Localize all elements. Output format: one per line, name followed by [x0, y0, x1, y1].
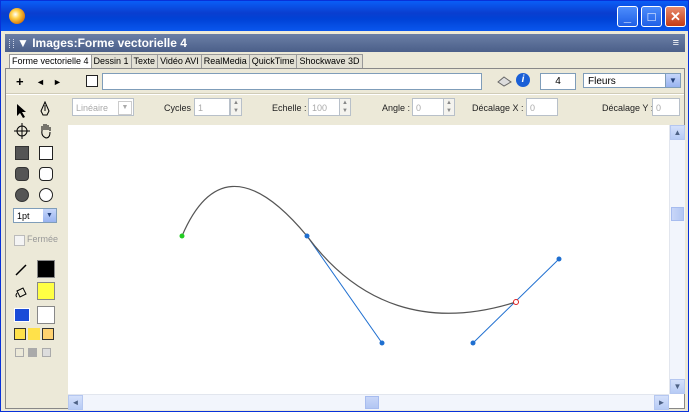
cast-name-input[interactable]: [102, 73, 482, 90]
scroll-down-button[interactable]: ▼: [670, 379, 685, 394]
stroke-none-icon[interactable]: [15, 348, 24, 357]
stroke-solid-icon[interactable]: [28, 348, 37, 357]
cycles-label: Cycles :: [164, 103, 197, 113]
ellipse-tool-icon[interactable]: [39, 188, 53, 202]
angle-label: Angle :: [382, 103, 411, 113]
scroll-right-button[interactable]: ►: [654, 395, 669, 410]
handle-point[interactable]: [379, 340, 385, 346]
vertical-scroll-thumb[interactable]: [671, 207, 684, 221]
next-cast-button[interactable]: ►: [53, 77, 62, 87]
line-width-select[interactable]: 1pt ▼: [13, 208, 57, 223]
director-app-icon[interactable]: [9, 8, 25, 24]
add-cast-button[interactable]: +: [16, 74, 24, 89]
horizontal-scroll-thumb[interactable]: [365, 396, 379, 409]
scale-field[interactable]: 100: [308, 98, 340, 116]
handle-point[interactable]: [470, 340, 476, 346]
tab-forme-vectorielle[interactable]: Forme vectorielle 4: [9, 54, 92, 68]
application-window: _ □ ✕ ▼ Images:Forme vectorielle 4 ≡ For…: [0, 0, 689, 412]
end-point[interactable]: [513, 299, 519, 305]
panel-title: ▼ Images:Forme vectorielle 4: [17, 36, 187, 50]
chevron-down-icon[interactable]: ▼: [118, 101, 132, 115]
angle-field[interactable]: 0: [412, 98, 444, 116]
vector-canvas[interactable]: [68, 125, 669, 394]
previous-cast-button[interactable]: ◄: [36, 77, 45, 87]
scale-label: Echelle :: [272, 103, 307, 113]
cast-library-value: Fleurs: [588, 76, 616, 87]
tab-texte[interactable]: Texte: [130, 54, 159, 68]
background-color-icon: [14, 308, 30, 322]
fill-bucket-icon: [15, 287, 27, 298]
chevron-down-icon[interactable]: ▼: [43, 209, 56, 222]
cast-toolbar: + ◄ ► i 4 Fleurs ▼: [6, 69, 684, 94]
angle-stepper[interactable]: ▲ ▼: [443, 98, 455, 116]
offset-y-label: Décalage Y :: [602, 103, 654, 113]
start-point[interactable]: [179, 233, 185, 239]
close-button[interactable]: ✕: [665, 6, 686, 27]
fill-color-swatch[interactable]: [37, 282, 55, 300]
scale-stepper[interactable]: ▲ ▼: [339, 98, 351, 116]
script-icon[interactable]: [496, 74, 514, 88]
tab-video-avi[interactable]: Vidéo AVI: [157, 54, 202, 68]
horizontal-scrollbar[interactable]: ◄ ►: [68, 394, 669, 410]
rectangle-tool-icon[interactable]: [39, 146, 53, 160]
registration-point-icon[interactable]: [14, 123, 30, 139]
vector-shape[interactable]: [68, 125, 669, 394]
editor-tabs: Forme vectorielle 4 Dessin 1 Texte Vidéo AV…: [9, 54, 363, 68]
tab-shockwave-3d[interactable]: Shockwave 3D: [296, 54, 363, 68]
filled-rounded-rectangle-tool-icon[interactable]: [15, 167, 29, 181]
bezier-handle-line: [306, 235, 383, 344]
offset-x-field[interactable]: 0: [526, 98, 558, 116]
pen-tool-icon[interactable]: [38, 101, 52, 119]
stroke-color-swatch[interactable]: [37, 260, 55, 278]
hand-tool-icon[interactable]: [38, 122, 54, 139]
handle-point[interactable]: [556, 256, 562, 262]
scroll-left-button[interactable]: ◄: [68, 395, 83, 410]
gradient-type-value: Linéaire: [76, 103, 109, 113]
info-icon[interactable]: i: [516, 73, 530, 87]
no-fill-tool-icon[interactable]: [14, 328, 26, 340]
closed-shape-checkbox[interactable]: [14, 235, 25, 246]
tab-realmedia[interactable]: RealMedia: [200, 54, 250, 68]
stroke-pen-icon: [15, 264, 27, 276]
panel-header[interactable]: ▼ Images:Forme vectorielle 4 ≡: [5, 34, 685, 52]
rounded-rectangle-tool-icon[interactable]: [39, 167, 53, 181]
stroke-gradient-icon[interactable]: [42, 348, 51, 357]
offset-x-label: Décalage X :: [472, 103, 524, 113]
gradient-toolbar: Linéaire ▼ Cycles : 1 ▲ ▼ Echelle : 100 ▲…: [68, 95, 684, 125]
vector-curve[interactable]: [181, 185, 517, 314]
panel-menu-icon[interactable]: ≡: [673, 34, 679, 52]
chevron-down-icon[interactable]: ▼: [665, 74, 680, 87]
cast-type-icon[interactable]: [86, 75, 98, 87]
vector-editor: + ◄ ► i 4 Fleurs ▼ Linéaire ▼ Cycles : 1…: [5, 68, 685, 410]
filled-rectangle-tool-icon[interactable]: [15, 146, 29, 160]
control-point[interactable]: [304, 233, 310, 239]
tab-dessin[interactable]: Dessin 1: [90, 54, 132, 68]
minimize-button[interactable]: _: [617, 6, 638, 27]
arrow-tool-icon[interactable]: [14, 103, 28, 119]
line-width-value: 1pt: [17, 211, 30, 221]
cast-number-field[interactable]: 4: [540, 73, 576, 90]
offset-y-field[interactable]: 0: [652, 98, 680, 116]
filled-ellipse-tool-icon[interactable]: [15, 188, 29, 202]
gradient-fill-tool-icon[interactable]: [42, 328, 54, 340]
closed-shape-label: Fermée: [27, 234, 59, 244]
solid-fill-tool-icon[interactable]: [28, 328, 40, 340]
grip-icon[interactable]: [9, 39, 14, 48]
title-bar[interactable]: _ □ ✕: [1, 1, 688, 31]
gradient-type-select[interactable]: Linéaire ▼: [72, 98, 134, 116]
vertical-scrollbar[interactable]: ▲ ▼: [669, 125, 685, 394]
background-color-swatch[interactable]: [37, 306, 55, 324]
tool-palette: 1pt ▼ Fermée: [6, 95, 68, 408]
cast-library-select[interactable]: Fleurs ▼: [583, 73, 681, 88]
cycles-stepper[interactable]: ▲ ▼: [230, 98, 242, 116]
maximize-button[interactable]: □: [641, 6, 662, 27]
scroll-up-button[interactable]: ▲: [670, 125, 685, 140]
cycles-field[interactable]: 1: [194, 98, 230, 116]
tab-quicktime[interactable]: QuickTime: [248, 54, 298, 68]
